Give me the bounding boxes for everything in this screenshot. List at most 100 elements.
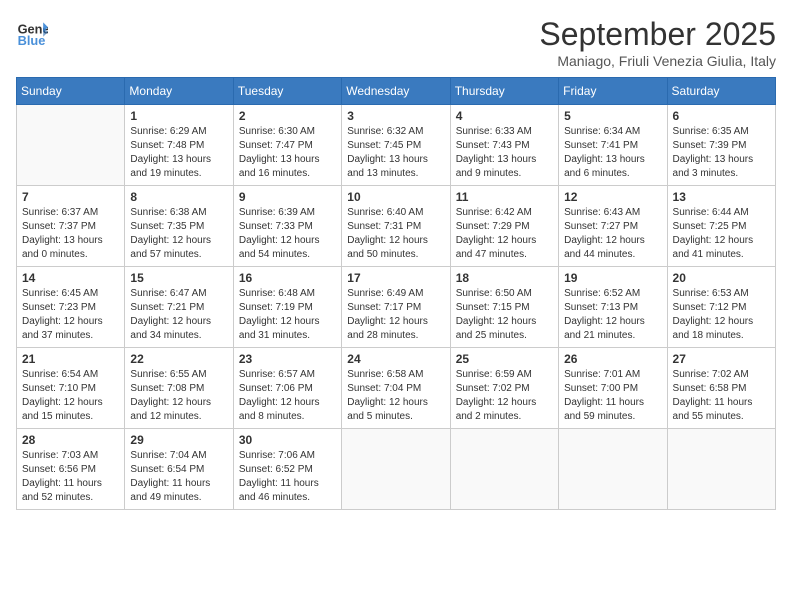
day-number: 12 bbox=[564, 190, 661, 204]
day-number: 3 bbox=[347, 109, 444, 123]
calendar-cell: 27 Sunrise: 7:02 AMSunset: 6:58 PMDayligh… bbox=[667, 348, 775, 429]
day-number: 19 bbox=[564, 271, 661, 285]
calendar-table: SundayMondayTuesdayWednesdayThursdayFrid… bbox=[16, 77, 776, 510]
calendar-cell: 30 Sunrise: 7:06 AMSunset: 6:52 PMDayligh… bbox=[233, 429, 341, 510]
day-number: 24 bbox=[347, 352, 444, 366]
day-number: 17 bbox=[347, 271, 444, 285]
day-info: Sunrise: 6:35 AMSunset: 7:39 PMDaylight:… bbox=[673, 125, 770, 181]
day-info: Sunrise: 6:29 AMSunset: 7:48 PMDaylight:… bbox=[130, 125, 227, 181]
day-info: Sunrise: 6:55 AMSunset: 7:08 PMDaylight:… bbox=[130, 368, 227, 424]
logo: General Blue bbox=[16, 16, 48, 48]
day-info: Sunrise: 6:44 AMSunset: 7:25 PMDaylight:… bbox=[673, 206, 770, 262]
calendar-cell: 8Sunrise: 6:38 AMSunset: 7:35 PMDaylight… bbox=[125, 186, 233, 267]
day-number: 25 bbox=[456, 352, 553, 366]
day-info: Sunrise: 6:49 AMSunset: 7:17 PMDaylight:… bbox=[347, 287, 444, 343]
day-number: 21 bbox=[22, 352, 119, 366]
location-title: Maniago, Friuli Venezia Giulia, Italy bbox=[539, 53, 776, 69]
calendar-cell: 12 Sunrise: 6:43 AMSunset: 7:27 PMDayligh… bbox=[559, 186, 667, 267]
day-header-tuesday: Tuesday bbox=[233, 78, 341, 105]
svg-text:Blue: Blue bbox=[18, 33, 46, 48]
day-header-wednesday: Wednesday bbox=[342, 78, 450, 105]
calendar-cell: 6 Sunrise: 6:35 AMSunset: 7:39 PMDaylight… bbox=[667, 105, 775, 186]
day-info: Sunrise: 7:06 AMSunset: 6:52 PMDaylight:… bbox=[239, 449, 336, 505]
day-number: 22 bbox=[130, 352, 227, 366]
calendar-cell: 21 Sunrise: 6:54 AMSunset: 7:10 PMDayligh… bbox=[17, 348, 125, 429]
calendar-cell: 22 Sunrise: 6:55 AMSunset: 7:08 PMDayligh… bbox=[125, 348, 233, 429]
calendar-header-row: SundayMondayTuesdayWednesdayThursdayFrid… bbox=[17, 78, 776, 105]
day-info: Sunrise: 6:30 AMSunset: 7:47 PMDaylight:… bbox=[239, 125, 336, 181]
calendar-cell: 2 Sunrise: 6:30 AMSunset: 7:47 PMDaylight… bbox=[233, 105, 341, 186]
day-info: Sunrise: 6:50 AMSunset: 7:15 PMDaylight:… bbox=[456, 287, 553, 343]
calendar-cell: 29 Sunrise: 7:04 AMSunset: 6:54 PMDayligh… bbox=[125, 429, 233, 510]
calendar-cell: 3 Sunrise: 6:32 AMSunset: 7:45 PMDaylight… bbox=[342, 105, 450, 186]
calendar-cell: 24 Sunrise: 6:58 AMSunset: 7:04 PMDayligh… bbox=[342, 348, 450, 429]
day-info: Sunrise: 6:34 AMSunset: 7:41 PMDaylight:… bbox=[564, 125, 661, 181]
day-number: 1 bbox=[130, 109, 227, 123]
logo-icon: General Blue bbox=[16, 16, 48, 48]
day-info: Sunrise: 6:37 AMSunset: 7:37 PMDaylight:… bbox=[22, 206, 119, 262]
calendar-cell: 20 Sunrise: 6:53 AMSunset: 7:12 PMDayligh… bbox=[667, 267, 775, 348]
day-number: 23 bbox=[239, 352, 336, 366]
calendar-cell: 10Sunrise: 6:40 AMSunset: 7:31 PMDayligh… bbox=[342, 186, 450, 267]
day-number: 14 bbox=[22, 271, 119, 285]
calendar-cell: 9 Sunrise: 6:39 AMSunset: 7:33 PMDaylight… bbox=[233, 186, 341, 267]
month-title: September 2025 bbox=[539, 16, 776, 53]
day-info: Sunrise: 6:47 AMSunset: 7:21 PMDaylight:… bbox=[130, 287, 227, 343]
day-info: Sunrise: 6:59 AMSunset: 7:02 PMDaylight:… bbox=[456, 368, 553, 424]
calendar-cell: 18 Sunrise: 6:50 AMSunset: 7:15 PMDayligh… bbox=[450, 267, 558, 348]
day-info: Sunrise: 6:45 AMSunset: 7:23 PMDaylight:… bbox=[22, 287, 119, 343]
day-info: Sunrise: 7:02 AMSunset: 6:58 PMDaylight:… bbox=[673, 368, 770, 424]
day-info: Sunrise: 7:01 AMSunset: 7:00 PMDaylight:… bbox=[564, 368, 661, 424]
day-info: Sunrise: 6:58 AMSunset: 7:04 PMDaylight:… bbox=[347, 368, 444, 424]
calendar-cell bbox=[450, 429, 558, 510]
calendar-cell bbox=[342, 429, 450, 510]
day-number: 18 bbox=[456, 271, 553, 285]
calendar-cell: 25 Sunrise: 6:59 AMSunset: 7:02 PMDayligh… bbox=[450, 348, 558, 429]
day-number: 11 bbox=[456, 190, 553, 204]
day-info: Sunrise: 7:04 AMSunset: 6:54 PMDaylight:… bbox=[130, 449, 227, 505]
calendar-cell: 14 Sunrise: 6:45 AMSunset: 7:23 PMDayligh… bbox=[17, 267, 125, 348]
day-info: Sunrise: 6:53 AMSunset: 7:12 PMDaylight:… bbox=[673, 287, 770, 343]
day-number: 30 bbox=[239, 433, 336, 447]
calendar-cell bbox=[667, 429, 775, 510]
day-header-monday: Monday bbox=[125, 78, 233, 105]
day-header-thursday: Thursday bbox=[450, 78, 558, 105]
calendar-cell: 1 Sunrise: 6:29 AMSunset: 7:48 PMDaylight… bbox=[125, 105, 233, 186]
day-number: 5 bbox=[564, 109, 661, 123]
calendar-cell: 4Sunrise: 6:33 AMSunset: 7:43 PMDaylight… bbox=[450, 105, 558, 186]
calendar-cell: 15 Sunrise: 6:47 AMSunset: 7:21 PMDayligh… bbox=[125, 267, 233, 348]
calendar-cell: 7 Sunrise: 6:37 AMSunset: 7:37 PMDaylight… bbox=[17, 186, 125, 267]
title-section: September 2025 Maniago, Friuli Venezia G… bbox=[539, 16, 776, 69]
day-header-friday: Friday bbox=[559, 78, 667, 105]
day-number: 15 bbox=[130, 271, 227, 285]
calendar-cell: 13Sunrise: 6:44 AMSunset: 7:25 PMDayligh… bbox=[667, 186, 775, 267]
day-number: 27 bbox=[673, 352, 770, 366]
day-number: 2 bbox=[239, 109, 336, 123]
calendar-cell: 11 Sunrise: 6:42 AMSunset: 7:29 PMDayligh… bbox=[450, 186, 558, 267]
day-number: 9 bbox=[239, 190, 336, 204]
day-info: Sunrise: 7:03 AMSunset: 6:56 PMDaylight:… bbox=[22, 449, 119, 505]
day-info: Sunrise: 6:52 AMSunset: 7:13 PMDaylight:… bbox=[564, 287, 661, 343]
day-number: 8 bbox=[130, 190, 227, 204]
calendar-cell: 17 Sunrise: 6:49 AMSunset: 7:17 PMDayligh… bbox=[342, 267, 450, 348]
day-info: Sunrise: 6:39 AMSunset: 7:33 PMDaylight:… bbox=[239, 206, 336, 262]
calendar-cell bbox=[559, 429, 667, 510]
day-number: 7 bbox=[22, 190, 119, 204]
day-header-saturday: Saturday bbox=[667, 78, 775, 105]
page-header: General Blue September 2025 Maniago, Fri… bbox=[16, 16, 776, 69]
day-info: Sunrise: 6:54 AMSunset: 7:10 PMDaylight:… bbox=[22, 368, 119, 424]
day-number: 26 bbox=[564, 352, 661, 366]
day-info: Sunrise: 6:33 AMSunset: 7:43 PMDaylight:… bbox=[456, 125, 553, 181]
day-number: 28 bbox=[22, 433, 119, 447]
calendar-cell: 26 Sunrise: 7:01 AMSunset: 7:00 PMDayligh… bbox=[559, 348, 667, 429]
day-number: 29 bbox=[130, 433, 227, 447]
day-info: Sunrise: 6:42 AMSunset: 7:29 PMDaylight:… bbox=[456, 206, 553, 262]
day-info: Sunrise: 6:43 AMSunset: 7:27 PMDaylight:… bbox=[564, 206, 661, 262]
day-info: Sunrise: 6:32 AMSunset: 7:45 PMDaylight:… bbox=[347, 125, 444, 181]
day-number: 20 bbox=[673, 271, 770, 285]
calendar-cell: 28 Sunrise: 7:03 AMSunset: 6:56 PMDayligh… bbox=[17, 429, 125, 510]
day-number: 6 bbox=[673, 109, 770, 123]
day-number: 16 bbox=[239, 271, 336, 285]
day-info: Sunrise: 6:40 AMSunset: 7:31 PMDaylight:… bbox=[347, 206, 444, 262]
day-info: Sunrise: 6:48 AMSunset: 7:19 PMDaylight:… bbox=[239, 287, 336, 343]
